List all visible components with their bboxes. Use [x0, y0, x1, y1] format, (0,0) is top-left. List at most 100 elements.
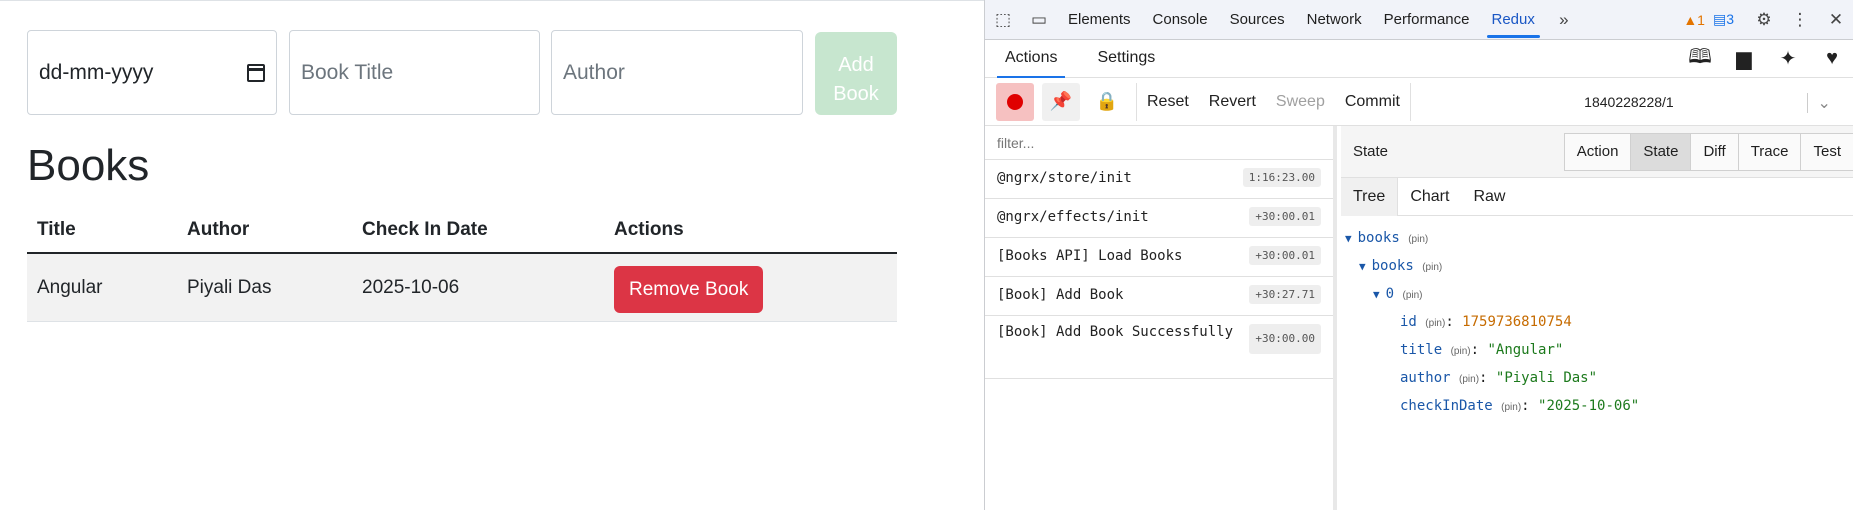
author-placeholder: Author: [563, 60, 625, 84]
pin-button[interactable]: 📌: [1042, 82, 1080, 121]
calendar-icon[interactable]: [247, 63, 265, 82]
tab-test[interactable]: Test: [1800, 133, 1853, 170]
expand-arrow-icon[interactable]: ▼: [1373, 288, 1380, 301]
revert-button[interactable]: Revert: [1199, 83, 1266, 121]
actions-list: filter... @ngrx/store/init 1:16:23.00 @n…: [985, 126, 1337, 510]
tab-settings[interactable]: Settings: [1077, 40, 1175, 78]
lock-icon: 🔒: [1095, 91, 1119, 111]
instance-value: 1840228228/1: [1584, 93, 1674, 110]
books-table: Title Author Check In Date Actions Angul…: [27, 208, 897, 322]
pin-link[interactable]: (pin): [1425, 318, 1445, 329]
tree-value: "2025-10-06": [1538, 398, 1640, 414]
warning-count: 1: [1697, 11, 1705, 28]
book-title-placeholder: Book Title: [301, 60, 394, 84]
message-count: 3: [1726, 11, 1734, 27]
action-time: +30:00.01: [1249, 246, 1321, 265]
sweep-button[interactable]: Sweep: [1266, 83, 1335, 121]
warning-count-badge[interactable]: ▲1: [1683, 12, 1705, 28]
tree-node-books[interactable]: ▼ books (pin): [1341, 224, 1853, 252]
tab-redux[interactable]: Redux: [1481, 0, 1546, 40]
tab-state[interactable]: State: [1630, 133, 1691, 170]
inspect-element-icon[interactable]: ⬚: [985, 0, 1021, 40]
table-header-row: Title Author Check In Date Actions: [27, 208, 897, 254]
more-tabs-icon[interactable]: »: [1546, 0, 1582, 40]
cell-title: Angular: [27, 253, 177, 322]
tab-tree[interactable]: Tree: [1341, 178, 1399, 216]
tree-value: "Angular": [1487, 342, 1564, 358]
state-inspector: State Action State Diff Trace Test Tree …: [1341, 126, 1853, 510]
expand-arrow-icon[interactable]: ▼: [1345, 232, 1352, 245]
pin-link[interactable]: (pin): [1451, 346, 1471, 357]
book-title-input[interactable]: Book Title: [289, 30, 540, 115]
app-panel: dd-mm-yyyy Book Title Author Add Book Bo…: [0, 0, 984, 510]
chat-icon[interactable]: ▆: [1722, 46, 1766, 71]
chevron-down-icon[interactable]: ⌄: [1806, 92, 1831, 113]
more-options-icon[interactable]: ⋮: [1782, 0, 1818, 40]
lock-button[interactable]: 🔒: [1088, 83, 1126, 121]
remove-book-button[interactable]: Remove Book: [614, 266, 764, 313]
message-count-badge[interactable]: ▤3: [1713, 11, 1734, 28]
column-header-title: Title: [27, 208, 177, 254]
monitor-action-buttons: Reset Revert Sweep Commit: [1136, 82, 1411, 121]
list-item[interactable]: @ngrx/store/init 1:16:23.00: [985, 160, 1333, 199]
tree-leaf-check-in-date: checkInDate (pin): "2025-10-06": [1400, 398, 1640, 414]
tree-key: title: [1400, 342, 1443, 358]
author-input[interactable]: Author: [551, 30, 803, 115]
list-item[interactable]: [Book] Add Book Successfully +30:00.00: [985, 316, 1333, 379]
tree-node-books-inner[interactable]: ▼ books (pin): [1341, 252, 1853, 280]
close-devtools-icon[interactable]: ✕: [1818, 0, 1853, 40]
tab-console[interactable]: Console: [1142, 0, 1219, 40]
list-item[interactable]: [Book] Add Book +30:27.71: [985, 277, 1333, 316]
tree-node-index[interactable]: ▼ 0 (pin): [1341, 280, 1853, 308]
tab-chart[interactable]: Chart: [1398, 178, 1461, 216]
tab-performance[interactable]: Performance: [1373, 0, 1481, 40]
action-time: +30:00.00: [1249, 324, 1321, 354]
redux-tab-bar: Actions Settings 🕮 ▆ ✦ ♥: [985, 40, 1853, 78]
column-header-actions: Actions: [604, 208, 897, 254]
reset-button[interactable]: Reset: [1137, 83, 1199, 121]
add-book-label-line2: Book: [833, 82, 879, 105]
filter-input[interactable]: filter...: [985, 126, 1333, 160]
tab-elements[interactable]: Elements: [1057, 0, 1142, 40]
action-name: @ngrx/store/init: [997, 170, 1132, 186]
list-item[interactable]: @ngrx/effects/init +30:00.01: [985, 199, 1333, 238]
tree-leaf-title: title (pin): "Angular": [1400, 342, 1564, 358]
device-toolbar-icon[interactable]: ▭: [1021, 0, 1057, 40]
tab-actions[interactable]: Actions: [985, 40, 1077, 78]
pin-link[interactable]: (pin): [1459, 374, 1479, 385]
action-time: +30:00.01: [1249, 207, 1321, 226]
pin-link[interactable]: (pin): [1422, 262, 1442, 273]
list-item[interactable]: [Books API] Load Books +30:00.01: [985, 238, 1333, 277]
tree-key: 0: [1385, 286, 1395, 302]
check-in-date-input[interactable]: dd-mm-yyyy: [27, 30, 277, 115]
devtools-toolbar: ⬚ ▭ Elements Console Sources Network Per…: [985, 0, 1853, 40]
heart-icon[interactable]: ♥: [1810, 47, 1853, 70]
twitter-icon[interactable]: ✦: [1766, 46, 1810, 71]
pin-link[interactable]: (pin): [1408, 234, 1428, 245]
tree-key: books: [1357, 230, 1400, 246]
action-name: @ngrx/effects/init: [997, 209, 1149, 225]
tab-sources[interactable]: Sources: [1219, 0, 1296, 40]
record-button[interactable]: [996, 82, 1034, 121]
state-tree: ▼ books (pin) ▼ books (pin) ▼ 0 (pin) id (p…: [1341, 216, 1853, 420]
open-book-icon[interactable]: 🕮: [1678, 42, 1722, 76]
table-row: Angular Piyali Das 2025-10-06 Remove Boo…: [27, 253, 897, 322]
action-time: +30:27.71: [1249, 285, 1321, 304]
expand-arrow-icon[interactable]: ▼: [1359, 260, 1366, 273]
pin-link[interactable]: (pin): [1403, 290, 1423, 301]
tab-diff[interactable]: Diff: [1690, 133, 1738, 170]
settings-gear-icon[interactable]: ⚙: [1746, 0, 1782, 40]
cell-check-in-date: 2025-10-06: [352, 253, 604, 322]
view-tab-bar: Tree Chart Raw: [1341, 178, 1853, 216]
add-book-button[interactable]: Add Book: [815, 32, 897, 115]
tab-trace[interactable]: Trace: [1737, 133, 1801, 170]
instance-select[interactable]: 1840228228/1 ⌄: [1419, 83, 1839, 121]
tab-action[interactable]: Action: [1564, 133, 1631, 170]
tab-network[interactable]: Network: [1296, 0, 1373, 40]
books-heading: Books: [27, 141, 150, 190]
cell-author: Piyali Das: [177, 253, 352, 322]
tree-key: checkInDate: [1400, 398, 1493, 414]
tab-raw[interactable]: Raw: [1461, 178, 1517, 216]
commit-button[interactable]: Commit: [1335, 83, 1410, 121]
pin-link[interactable]: (pin): [1501, 402, 1521, 413]
